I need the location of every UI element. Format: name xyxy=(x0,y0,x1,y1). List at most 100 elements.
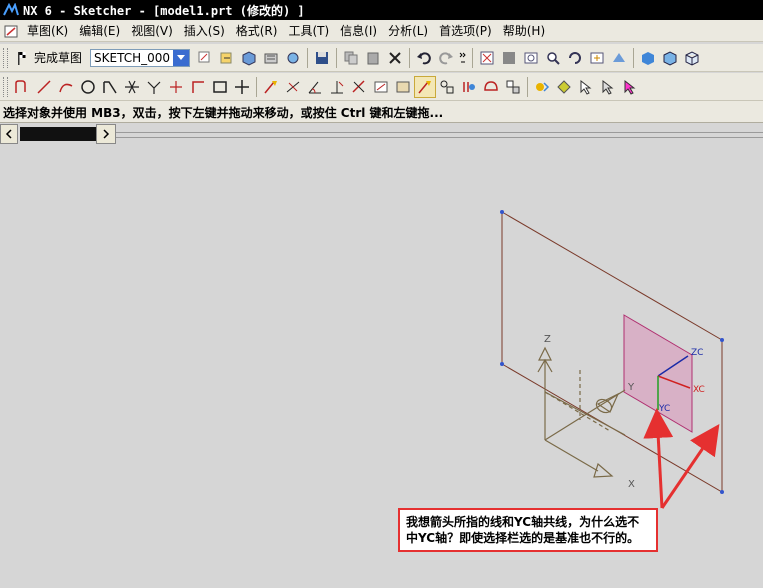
perspective-icon[interactable] xyxy=(608,47,630,69)
paste-icon[interactable] xyxy=(362,47,384,69)
toolbar-separator xyxy=(527,76,528,97)
constraints-icon[interactable] xyxy=(260,76,282,98)
menu-insert[interactable]: 插入(S) xyxy=(180,22,232,39)
shaded-edges-icon[interactable] xyxy=(659,47,681,69)
plane-handle[interactable] xyxy=(500,210,504,214)
axis-label-z: Z xyxy=(544,334,551,345)
shaded-view-icon[interactable] xyxy=(637,47,659,69)
plane-handle[interactable] xyxy=(500,362,504,366)
trim-icon[interactable] xyxy=(121,76,143,98)
undo-icon[interactable] xyxy=(413,47,435,69)
scroll-right-button[interactable] xyxy=(96,124,116,144)
zoom-icon[interactable] xyxy=(542,47,564,69)
angular-dim-icon[interactable] xyxy=(304,76,326,98)
quick-trim-icon[interactable] xyxy=(165,76,187,98)
snap-point-icon[interactable] xyxy=(553,76,575,98)
animate-dimension-icon[interactable] xyxy=(458,76,480,98)
menu-analysis[interactable]: 分析(L) xyxy=(384,22,435,39)
rotate-icon[interactable] xyxy=(564,47,586,69)
toolbar-grip[interactable] xyxy=(3,47,8,68)
profile-icon[interactable] xyxy=(11,76,33,98)
menu-edit[interactable]: 编辑(E) xyxy=(75,22,127,39)
extend-icon[interactable] xyxy=(143,76,165,98)
line-icon[interactable] xyxy=(33,76,55,98)
toolbar-standard: 完成草图 SKETCH_000 xyxy=(0,44,763,72)
sketch-style-icon[interactable] xyxy=(502,76,524,98)
tab-rule xyxy=(116,132,763,138)
create-inferred-icon[interactable] xyxy=(414,75,436,98)
toolbar-overflow-icon[interactable] xyxy=(457,47,469,69)
corner-icon[interactable] xyxy=(187,76,209,98)
menu-preferences[interactable]: 首选项(P) xyxy=(435,22,499,39)
finish-sketch-label: 完成草图 xyxy=(34,51,83,65)
toolbar-separator xyxy=(256,76,257,97)
copy-icon[interactable] xyxy=(340,47,362,69)
nx-logo-icon xyxy=(3,3,19,16)
edit-defining-string-icon[interactable] xyxy=(480,76,502,98)
scroll-left-button[interactable] xyxy=(0,124,18,144)
menu-tools[interactable]: 工具(T) xyxy=(284,22,336,39)
scroll-thumb[interactable] xyxy=(20,127,96,141)
sketch-name-dropdown[interactable]: SKETCH_000 xyxy=(90,48,191,67)
update-model-icon[interactable] xyxy=(238,47,260,69)
zoom-window-icon[interactable] xyxy=(498,47,520,69)
csys-label-zc: ZC xyxy=(691,348,703,358)
menu-view[interactable]: 视图(V) xyxy=(127,22,180,39)
select-body-icon[interactable] xyxy=(597,76,619,98)
circle-icon[interactable] xyxy=(77,76,99,98)
selection-filter-icon[interactable] xyxy=(531,76,553,98)
fit-view-icon[interactable] xyxy=(476,47,498,69)
delete-icon[interactable] xyxy=(384,47,406,69)
wireframe-icon[interactable] xyxy=(681,47,703,69)
sketch-menu-icon xyxy=(4,25,18,37)
dimension-icon[interactable] xyxy=(282,76,304,98)
fillet-icon[interactable] xyxy=(99,76,121,98)
annotation-arrow-right xyxy=(660,424,720,509)
menu-sketch[interactable]: 草图(K) xyxy=(23,22,75,39)
point-icon[interactable] xyxy=(231,76,253,98)
datum-plane[interactable] xyxy=(501,211,723,493)
perpendicular-icon[interactable] xyxy=(326,76,348,98)
cue-line: 选择对象并使用 MB3，双击，按下左键并拖动来移动，或按住 Ctrl 键和左键拖… xyxy=(0,101,763,123)
toolbar-separator xyxy=(307,47,309,68)
sketch-name-value: SKETCH_000 xyxy=(94,50,171,65)
csys-label-yc: YC xyxy=(658,404,670,414)
toolbar-separator xyxy=(409,47,411,68)
select-face-icon[interactable] xyxy=(619,76,641,98)
plane-handle[interactable] xyxy=(720,338,724,342)
toolbar-grip[interactable] xyxy=(3,76,8,97)
plane-handle[interactable] xyxy=(720,490,724,494)
menu-info[interactable]: 信息(I) xyxy=(336,22,384,39)
alternate-solution-icon[interactable] xyxy=(370,76,392,98)
window-title: NX 6 - Sketcher - [model1.prt (修改的) ] xyxy=(23,3,305,18)
rectangle-icon[interactable] xyxy=(209,76,231,98)
tab-scroll-row xyxy=(0,124,763,144)
zoom-area-icon[interactable] xyxy=(520,47,542,69)
toolbar-separator xyxy=(633,47,635,68)
delay-evaluation-icon[interactable] xyxy=(260,47,282,69)
chevron-down-icon[interactable] xyxy=(173,49,190,66)
menu-help[interactable]: 帮助(H) xyxy=(499,22,552,39)
reattach-icon[interactable] xyxy=(216,47,238,69)
inferred-constraints-icon[interactable] xyxy=(392,76,414,98)
orient-view-icon[interactable] xyxy=(194,47,216,69)
chevron-left-icon xyxy=(5,129,12,139)
redo-icon[interactable] xyxy=(435,47,457,69)
evaluate-sketch-icon[interactable] xyxy=(282,47,304,69)
axis-label-x: X xyxy=(628,479,635,490)
select-feature-icon[interactable] xyxy=(575,76,597,98)
toolbar-sketch-tools xyxy=(0,73,763,101)
annotation-callout: 我想箭头所指的线和YC轴共线，为什么选不中YC轴？即使选择栏选的是基准也不行的。 xyxy=(398,508,658,552)
annotation-arrow-left xyxy=(643,408,674,509)
csys-label-xc: XC xyxy=(693,385,705,395)
convert-reference-icon[interactable] xyxy=(348,76,370,98)
toolbar-separator xyxy=(336,47,338,68)
continuous-dimension-icon[interactable] xyxy=(436,76,458,98)
menu-format[interactable]: 格式(R) xyxy=(232,22,285,39)
arc-icon[interactable] xyxy=(55,76,77,98)
save-icon[interactable] xyxy=(311,47,333,69)
datum-csys[interactable] xyxy=(537,346,626,478)
title-bar: NX 6 - Sketcher - [model1.prt (修改的) ] xyxy=(0,0,763,20)
pan-icon[interactable] xyxy=(586,47,608,69)
finish-sketch-button[interactable]: 完成草图 xyxy=(11,49,86,66)
